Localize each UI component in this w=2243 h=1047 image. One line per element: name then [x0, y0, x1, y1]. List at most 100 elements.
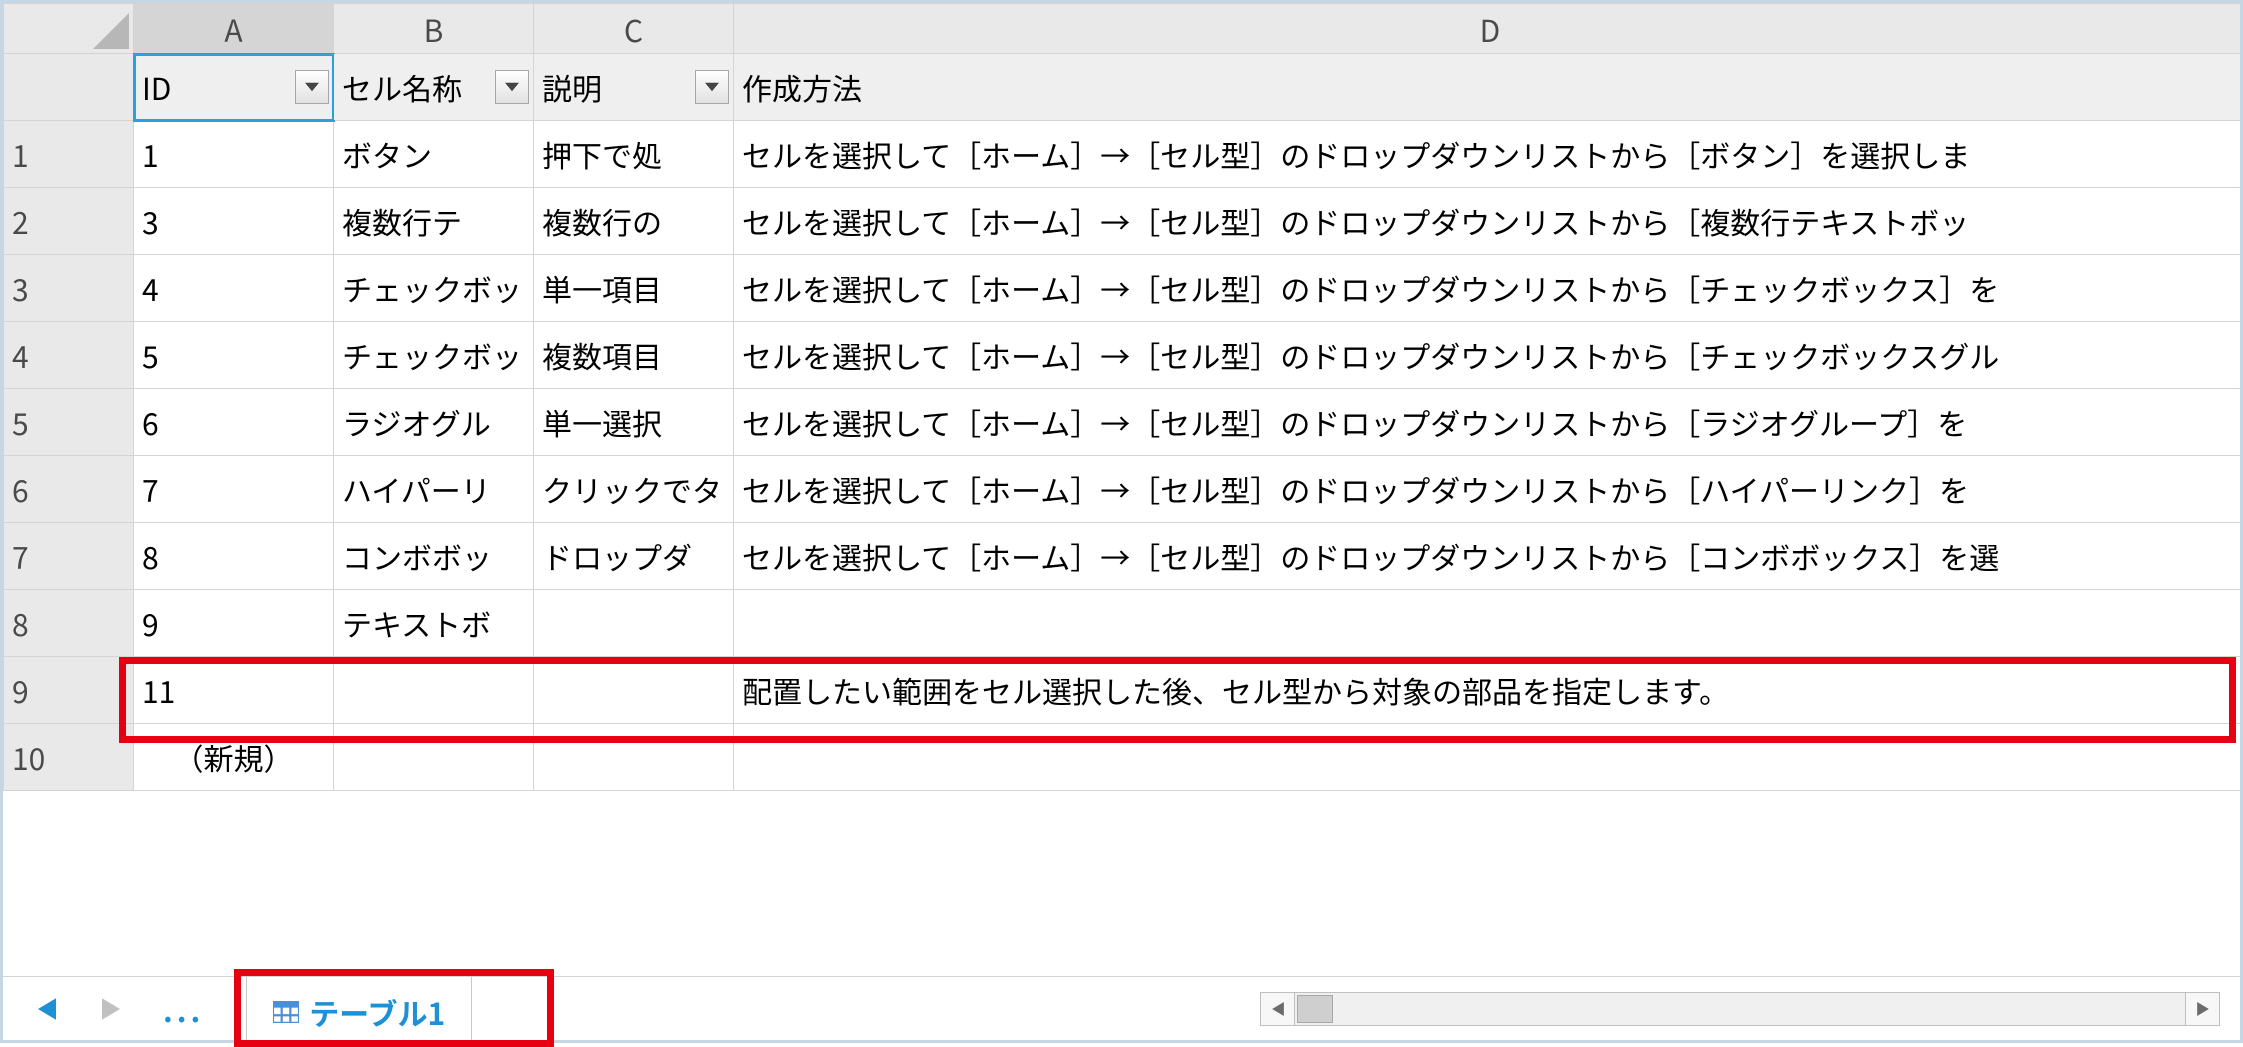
cell[interactable]: セルを選択して［ホーム］→［セル型］のドロップダウンリストから［ラジオグループ］…: [734, 389, 2241, 456]
filter-cell-id[interactable]: ID: [134, 54, 334, 121]
table-row: 7 8 コンボボッ ドロップダ セルを選択して［ホーム］→［セル型］のドロップダ…: [4, 523, 2241, 590]
table-row: 9 11 配置したい範囲をセル選択した後、セル型から対象の部品を指定します。: [4, 657, 2241, 724]
table-row: 4 5 チェックボッ 複数項目 セルを選択して［ホーム］→［セル型］のドロップダ…: [4, 322, 2241, 389]
filter-label: セル名称: [342, 65, 462, 109]
table-row: 8 9 テキストボ: [4, 590, 2241, 657]
filter-dropdown-button[interactable]: [695, 70, 729, 104]
column-header-D[interactable]: D: [734, 4, 2241, 54]
cell[interactable]: チェックボッ: [334, 255, 534, 322]
scroll-left-button[interactable]: [1261, 993, 1295, 1025]
cell[interactable]: 9: [134, 590, 334, 657]
cell[interactable]: コンボボッ: [334, 523, 534, 590]
cell[interactable]: 11: [134, 657, 334, 724]
cell[interactable]: 複数行の: [534, 188, 734, 255]
cell[interactable]: [334, 657, 534, 724]
grid-area: A B C D ID セル名称: [3, 3, 2240, 976]
cell[interactable]: テキストボ: [334, 590, 534, 657]
column-header-row: A B C D: [4, 4, 2241, 54]
cell[interactable]: ラジオグル: [334, 389, 534, 456]
cell[interactable]: 単一項目: [534, 255, 734, 322]
cell[interactable]: チェックボッ: [334, 322, 534, 389]
sheet-nav-next-button[interactable]: [91, 989, 131, 1029]
row-header[interactable]: 9: [4, 657, 134, 724]
row-header[interactable]: 1: [4, 121, 134, 188]
triangle-right-icon: [102, 998, 120, 1020]
cell[interactable]: [534, 724, 734, 791]
cell[interactable]: [734, 724, 2241, 791]
sheet-nav-more[interactable]: ...: [155, 987, 212, 1031]
filter-cell-desc[interactable]: 説明: [534, 54, 734, 121]
cell[interactable]: セルを選択して［ホーム］→［セル型］のドロップダウンリストから［ボタン］を選択し…: [734, 121, 2241, 188]
row-header[interactable]: 10: [4, 724, 134, 791]
row-header[interactable]: 2: [4, 188, 134, 255]
cell[interactable]: 4: [134, 255, 334, 322]
hscroll-area: [482, 977, 2240, 1040]
table-row: 5 6 ラジオグル 単一選択 セルを選択して［ホーム］→［セル型］のドロップダウ…: [4, 389, 2241, 456]
cell[interactable]: （新規）: [134, 724, 334, 791]
column-header-B[interactable]: B: [334, 4, 534, 54]
triangle-left-icon: [38, 998, 56, 1020]
column-header-C[interactable]: C: [534, 4, 734, 54]
cell[interactable]: [334, 724, 534, 791]
cell[interactable]: クリックでタ: [534, 456, 734, 523]
triangle-left-icon: [1272, 1002, 1284, 1016]
row-header-blank[interactable]: [4, 54, 134, 121]
select-all-corner[interactable]: [4, 4, 134, 54]
cell[interactable]: ハイパーリ: [334, 456, 534, 523]
chevron-down-icon: [705, 82, 719, 92]
cell[interactable]: 複数行テ: [334, 188, 534, 255]
cell[interactable]: 配置したい範囲をセル選択した後、セル型から対象の部品を指定します。: [734, 657, 2241, 724]
cell[interactable]: 1: [134, 121, 334, 188]
sheet-nav-group: ...: [3, 977, 236, 1040]
cell[interactable]: 7: [134, 456, 334, 523]
filter-label: ID: [142, 65, 171, 109]
filter-label: 説明: [542, 65, 602, 109]
scroll-track[interactable]: [1295, 993, 2185, 1025]
table-row: 3 4 チェックボッ 単一項目 セルを選択して［ホーム］→［セル型］のドロップダ…: [4, 255, 2241, 322]
row-header[interactable]: 3: [4, 255, 134, 322]
cell[interactable]: 5: [134, 322, 334, 389]
sheet-nav-prev-button[interactable]: [27, 989, 67, 1029]
table-icon: [273, 1001, 299, 1023]
cell[interactable]: 押下で処: [534, 121, 734, 188]
cell[interactable]: セルを選択して［ホーム］→［セル型］のドロップダウンリストから［複数行テキストボ…: [734, 188, 2241, 255]
cell[interactable]: [734, 590, 2241, 657]
sheet-tab-table1[interactable]: テーブル1: [246, 977, 472, 1040]
table-row: 10 （新規）: [4, 724, 2241, 791]
cell[interactable]: ドロップダ: [534, 523, 734, 590]
table-row: 6 7 ハイパーリ クリックでタ セルを選択して［ホーム］→［セル型］のドロップ…: [4, 456, 2241, 523]
chevron-down-icon: [305, 82, 319, 92]
row-header[interactable]: 8: [4, 590, 134, 657]
cell[interactable]: [534, 657, 734, 724]
table-row: 1 1 ボタン 押下で処 セルを選択して［ホーム］→［セル型］のドロップダウンリ…: [4, 121, 2241, 188]
sheet-tab-container: テーブル1: [236, 977, 482, 1040]
cell[interactable]: セルを選択して［ホーム］→［セル型］のドロップダウンリストから［コンボボックス］…: [734, 523, 2241, 590]
filter-header-row: ID セル名称 説明: [4, 54, 2241, 121]
row-header[interactable]: 7: [4, 523, 134, 590]
cell[interactable]: セルを選択して［ホーム］→［セル型］のドロップダウンリストから［チェックボックス…: [734, 322, 2241, 389]
filter-cell-name[interactable]: セル名称: [334, 54, 534, 121]
cell[interactable]: 8: [134, 523, 334, 590]
cell[interactable]: 6: [134, 389, 334, 456]
cell[interactable]: [534, 590, 734, 657]
row-header[interactable]: 4: [4, 322, 134, 389]
column-header-A[interactable]: A: [134, 4, 334, 54]
cell[interactable]: セルを選択して［ホーム］→［セル型］のドロップダウンリストから［ハイパーリンク］…: [734, 456, 2241, 523]
filter-dropdown-button[interactable]: [495, 70, 529, 104]
filter-dropdown-button[interactable]: [295, 70, 329, 104]
cell[interactable]: 複数項目: [534, 322, 734, 389]
cell[interactable]: 3: [134, 188, 334, 255]
filter-label: 作成方法: [742, 65, 862, 109]
scroll-thumb[interactable]: [1297, 995, 1333, 1023]
row-header[interactable]: 5: [4, 389, 134, 456]
cell[interactable]: セルを選択して［ホーム］→［セル型］のドロップダウンリストから［チェックボックス…: [734, 255, 2241, 322]
cell[interactable]: 単一選択: [534, 389, 734, 456]
filter-cell-method[interactable]: 作成方法: [734, 54, 2241, 121]
scroll-right-button[interactable]: [2185, 993, 2219, 1025]
table-row: 2 3 複数行テ 複数行の セルを選択して［ホーム］→［セル型］のドロップダウン…: [4, 188, 2241, 255]
sheet-tab-label: テーブル1: [309, 990, 445, 1034]
horizontal-scrollbar[interactable]: [1260, 992, 2220, 1026]
row-header[interactable]: 6: [4, 456, 134, 523]
spreadsheet-grid[interactable]: A B C D ID セル名称: [3, 3, 2240, 791]
cell[interactable]: ボタン: [334, 121, 534, 188]
